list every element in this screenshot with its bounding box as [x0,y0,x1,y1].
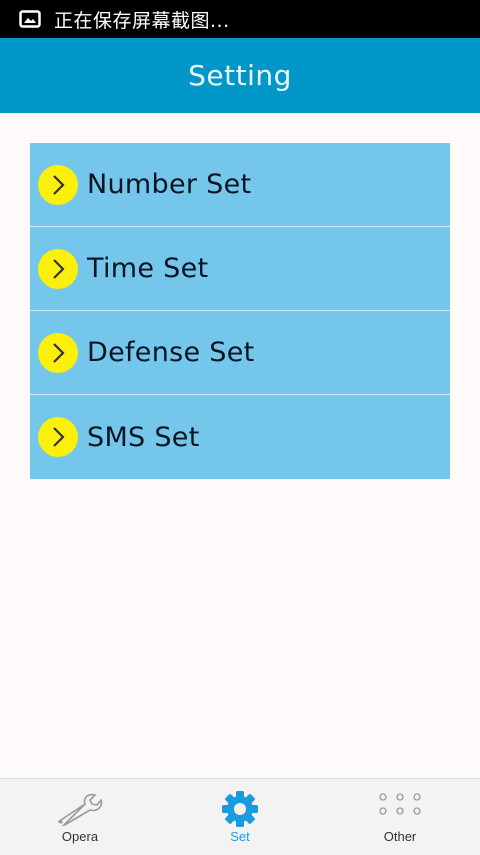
page-title: Setting [188,59,292,92]
chevron-right-icon [38,248,78,289]
settings-item-time-set[interactable]: Time Set [30,227,450,311]
tab-label: Opera [61,829,99,844]
status-notification-text: 正在保存屏幕截图... [54,9,230,32]
tab-opera[interactable]: Opera [0,779,160,855]
dots-grid-icon [377,789,423,829]
app-bar: Setting [0,38,480,113]
settings-item-label: Defense Set [87,337,255,368]
gear-icon [221,789,259,829]
chevron-right-icon [38,332,78,373]
tab-set[interactable]: Set [160,779,320,855]
wrench-icon [55,789,105,829]
settings-item-defense-set[interactable]: Defense Set [30,311,450,395]
settings-list: Number Set Time Set Defense Set SMS Set [30,143,450,479]
settings-item-label: Number Set [87,169,252,200]
settings-item-label: Time Set [87,253,209,284]
image-icon [16,8,44,30]
settings-item-label: SMS Set [87,421,200,453]
settings-item-sms-set[interactable]: SMS Set [30,395,450,479]
status-bar: 正在保存屏幕截图... [0,0,480,38]
settings-item-number-set[interactable]: Number Set [30,143,450,227]
tab-label: Other [383,829,417,844]
tab-label: Set [230,829,250,844]
chevron-right-icon [38,164,78,205]
bottom-tab-bar: Opera Set Other [0,778,480,855]
chevron-right-icon [38,417,78,457]
tab-other[interactable]: Other [320,779,480,855]
